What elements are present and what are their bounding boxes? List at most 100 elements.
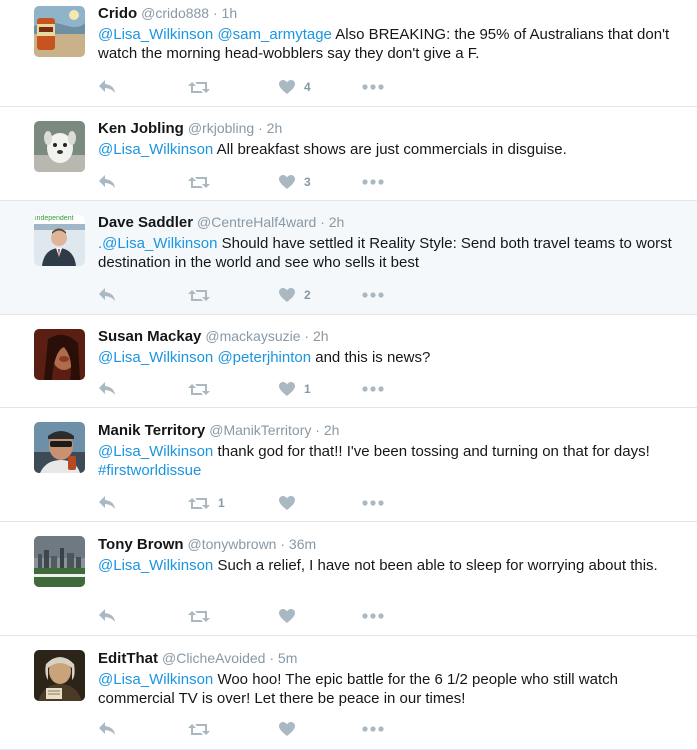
retweet-button[interactable] (188, 719, 218, 739)
user-handle[interactable]: @crido888 (141, 5, 209, 21)
more-icon (362, 386, 384, 392)
tweet[interactable]: Ken Jobling @rkjobling · 2h @Lisa_Wilkinso… (0, 107, 697, 201)
retweet-button[interactable] (188, 285, 218, 305)
retweet-button[interactable] (188, 606, 218, 626)
tweet-timestamp[interactable]: 36m (289, 536, 316, 552)
avatar[interactable]: independent (34, 215, 85, 266)
user-handle[interactable]: @CentreHalf4ward (197, 214, 316, 230)
separator-dot: · (254, 120, 267, 136)
user-handle[interactable]: @mackaysuzie (205, 328, 300, 344)
separator-dot: · (311, 422, 324, 438)
user-handle[interactable]: @rkjobling (188, 120, 254, 136)
avatar[interactable] (34, 422, 85, 473)
user-handle[interactable]: @ClicheAvoided (162, 650, 265, 666)
like-count: 1 (304, 382, 311, 396)
like-button[interactable] (278, 719, 304, 739)
avatar[interactable] (34, 536, 85, 587)
tweet-timestamp[interactable]: 2h (329, 214, 345, 230)
tweet[interactable]: EditThat @ClicheAvoided · 5m @Lisa_Wilkins… (0, 636, 697, 750)
avatar[interactable] (34, 121, 85, 172)
tweet-text: @Lisa_Wilkinson @peterjhinton and this i… (98, 348, 677, 367)
mention-link[interactable]: @Lisa_Wilkinson (98, 443, 213, 460)
like-button[interactable]: 3 (278, 172, 311, 192)
mention-link[interactable]: @Lisa_Wilkinson (98, 349, 213, 366)
tweet-header: Tony Brown @tonywbrown · 36m (98, 535, 677, 554)
avatar[interactable] (34, 650, 85, 701)
mention-link[interactable]: @Lisa_Wilkinson (98, 557, 213, 574)
tweet[interactable]: Susan Mackay @mackaysuzie · 2h @Lisa_Wilki… (0, 315, 697, 408)
tweet-text: @Lisa_Wilkinson Such a relief, I have no… (98, 556, 677, 575)
display-name[interactable]: Tony Brown (98, 536, 184, 553)
display-name[interactable]: Dave Saddler (98, 214, 193, 231)
mention-link[interactable]: .@Lisa_Wilkinson (98, 235, 217, 252)
mention-link[interactable]: @peterjhinton (217, 349, 311, 366)
mention-link[interactable]: @Lisa_Wilkinson (98, 26, 213, 43)
tweet-timestamp[interactable]: 2h (324, 422, 340, 438)
like-button[interactable]: 4 (278, 77, 311, 97)
tweet[interactable]: independent Dave Saddler @CentreHalf4ward … (0, 201, 697, 315)
like-button[interactable] (278, 606, 304, 626)
heart-icon (278, 721, 296, 737)
tweet-timestamp[interactable]: 1h (222, 5, 238, 21)
like-button[interactable] (278, 493, 304, 513)
tweet-header: Ken Jobling @rkjobling · 2h (98, 119, 677, 138)
tweet-timestamp[interactable]: 2h (313, 328, 329, 344)
retweet-button[interactable] (188, 379, 218, 399)
heart-icon (278, 381, 296, 397)
mention-link[interactable]: @Lisa_Wilkinson (98, 141, 213, 158)
user-handle[interactable]: @ManikTerritory (209, 422, 311, 438)
more-icon (362, 84, 384, 90)
more-button[interactable] (362, 606, 384, 626)
reply-button[interactable] (98, 493, 117, 513)
separator-dot: · (265, 650, 278, 666)
like-count: 3 (304, 175, 311, 189)
like-button[interactable]: 2 (278, 285, 311, 305)
tweet[interactable]: Tony Brown @tonywbrown · 36m @Lisa_Wilkins… (0, 522, 697, 636)
tweet[interactable]: Manik Territory @ManikTerritory · 2h @Lisa… (0, 408, 697, 522)
more-button[interactable] (362, 77, 384, 97)
avatar[interactable] (34, 6, 85, 57)
more-button[interactable] (362, 379, 384, 399)
tweet-actions (98, 606, 398, 626)
retweet-icon (188, 609, 210, 624)
tweet-header: Susan Mackay @mackaysuzie · 2h (98, 327, 677, 346)
more-button[interactable] (362, 493, 384, 513)
display-name[interactable]: EditThat (98, 650, 158, 667)
retweet-icon (188, 175, 210, 190)
mention-link[interactable]: #firstworldissue (98, 462, 201, 479)
reply-button[interactable] (98, 719, 117, 739)
reply-button[interactable] (98, 172, 117, 192)
retweet-button[interactable] (188, 77, 218, 97)
tweet-text-segment: All breakfast shows are just commercials… (213, 141, 567, 158)
avatar[interactable] (34, 329, 85, 380)
reply-button[interactable] (98, 77, 117, 97)
reply-button[interactable] (98, 285, 117, 305)
tweet-timestamp[interactable]: 2h (267, 120, 283, 136)
more-button[interactable] (362, 285, 384, 305)
display-name[interactable]: Crido (98, 5, 137, 22)
tweet-actions (98, 719, 398, 739)
reply-icon (98, 721, 117, 737)
user-handle[interactable]: @tonywbrown (188, 536, 277, 552)
reply-button[interactable] (98, 379, 117, 399)
retweet-button[interactable]: 1 (188, 493, 225, 513)
more-button[interactable] (362, 719, 384, 739)
more-button[interactable] (362, 172, 384, 192)
heart-icon (278, 174, 296, 190)
like-button[interactable]: 1 (278, 379, 311, 399)
display-name[interactable]: Manik Territory (98, 422, 205, 439)
separator-dot: · (209, 5, 222, 21)
tweet-actions: 1 (98, 493, 398, 513)
mention-link[interactable]: @sam_armytage (217, 26, 331, 43)
display-name[interactable]: Ken Jobling (98, 120, 184, 137)
separator-dot: · (276, 536, 289, 552)
reply-button[interactable] (98, 606, 117, 626)
retweet-icon (188, 496, 210, 511)
tweet[interactable]: Crido @crido888 · 1h @Lisa_Wilkinson @sam_… (0, 0, 697, 107)
display-name[interactable]: Susan Mackay (98, 328, 201, 345)
tweet-text: .@Lisa_Wilkinson Should have settled it … (98, 234, 677, 272)
retweet-button[interactable] (188, 172, 218, 192)
tweet-timestamp[interactable]: 5m (278, 650, 297, 666)
mention-link[interactable]: @Lisa_Wilkinson (98, 671, 213, 688)
tweet-actions: 4 (98, 77, 398, 97)
